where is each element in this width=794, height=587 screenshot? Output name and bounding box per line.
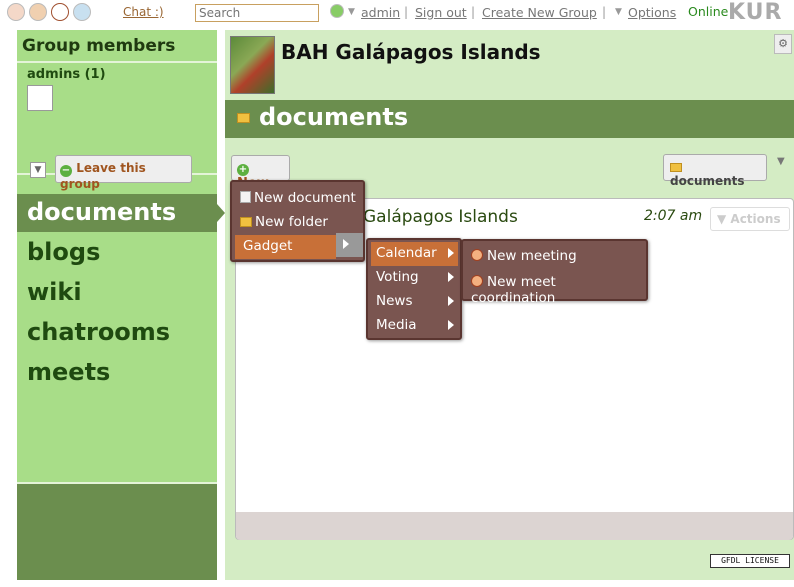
panel-footer <box>236 512 793 540</box>
signout-link[interactable]: Sign out <box>415 5 467 20</box>
menu-item-label: Voting <box>376 269 419 285</box>
plus-icon: + <box>237 164 249 176</box>
folder-icon <box>670 163 682 172</box>
section-header: documents <box>225 100 794 138</box>
online-status: Online <box>688 4 729 19</box>
menu-item-media[interactable]: Media <box>371 314 458 338</box>
menu-item-label: New document <box>254 190 356 206</box>
create-group-link[interactable]: Create New Group <box>482 5 597 20</box>
minus-icon: − <box>60 165 72 177</box>
options-link[interactable]: Options <box>628 5 676 20</box>
leave-group-button[interactable]: − Leave this group <box>55 155 192 191</box>
separator: | <box>404 5 409 19</box>
menu-item-label: Gadget <box>243 238 293 254</box>
group-members-heading: Group members <box>17 30 217 63</box>
coordination-icon <box>471 275 483 287</box>
new-button[interactable]: + New <box>231 155 290 191</box>
sidebar-item-wiki[interactable]: wiki <box>17 274 217 312</box>
license-badge[interactable]: GFDL LICENSE <box>710 554 790 568</box>
menu-item-news[interactable]: News <box>371 290 458 314</box>
search-input[interactable] <box>195 4 319 22</box>
menu-item-label: News <box>376 293 413 309</box>
group-avatar <box>230 36 275 94</box>
menu-item-label: Calendar <box>376 245 437 261</box>
sidebar-item-meets[interactable]: meets <box>17 354 217 392</box>
menu-item-label: New meeting <box>487 248 577 264</box>
people-icon[interactable] <box>51 3 69 21</box>
leave-group-label: Leave this group <box>60 161 146 191</box>
home-icon[interactable] <box>7 3 25 21</box>
documents-button-label: documents <box>670 174 745 188</box>
group-title: BAH Galápagos Islands <box>281 40 541 64</box>
menu-item-new-folder[interactable]: New folder <box>235 211 362 235</box>
avatar[interactable] <box>27 85 53 111</box>
panel-title: Galápagos Islands <box>363 207 518 227</box>
new-menu: New document New folder Gadget <box>230 180 365 262</box>
separator: | <box>471 5 476 19</box>
globe-icon[interactable] <box>73 3 91 21</box>
document-icon <box>240 191 251 203</box>
submenu-arrow-icon <box>336 233 363 257</box>
submenu-arrow-icon <box>448 320 454 330</box>
menu-item-label: New folder <box>255 214 328 230</box>
submenu-arrow-icon <box>448 272 454 282</box>
separator: | <box>602 5 607 19</box>
top-bar: Chat :) ▼ admin | Sign out | Create New … <box>0 0 794 28</box>
folder-icon <box>240 217 252 227</box>
meeting-icon <box>471 249 483 261</box>
admin-link[interactable]: admin <box>361 5 400 20</box>
active-arrow-icon <box>217 204 225 222</box>
logo: KUR <box>728 0 783 25</box>
status-icon[interactable] <box>330 4 344 18</box>
menu-item-gadget[interactable]: Gadget <box>235 235 336 259</box>
menu-item-calendar[interactable]: Calendar <box>371 242 458 266</box>
menu-item-new-meet-coordination[interactable]: New meet coordination <box>466 271 644 306</box>
menu-item-new-document[interactable]: New document <box>235 187 362 211</box>
folder-icon <box>237 113 250 123</box>
status-dropdown-icon[interactable]: ▼ <box>348 7 355 17</box>
submenu-arrow-icon <box>448 296 454 306</box>
sidebar-item-documents[interactable]: documents <box>17 194 217 232</box>
menu-item-new-meeting[interactable]: New meeting <box>466 245 644 269</box>
gadget-menu: Calendar Voting News Media <box>366 238 462 340</box>
documents-button[interactable]: documents <box>663 154 767 188</box>
sidebar: Group members admins (1) ▼ − Leave this … <box>17 30 225 580</box>
section-title: documents <box>259 103 409 131</box>
panel-timestamp: 2:07 am <box>644 208 703 224</box>
chat-link[interactable]: Chat :) <box>123 5 164 19</box>
sidebar-footer <box>17 482 217 580</box>
menu-item-voting[interactable]: Voting <box>371 266 458 290</box>
calendar-menu: New meeting New meet coordination <box>461 239 648 306</box>
sidebar-item-chatrooms[interactable]: chatrooms <box>17 314 217 352</box>
gear-icon[interactable]: ⚙ <box>774 34 792 54</box>
options-dropdown-icon[interactable]: ▼ <box>615 7 622 17</box>
menu-item-label: New meet coordination <box>471 274 556 306</box>
sidebar-item-blogs[interactable]: blogs <box>17 234 217 272</box>
actions-button[interactable]: ▼ Actions <box>710 207 790 231</box>
leave-dropdown-icon[interactable]: ▼ <box>30 162 46 178</box>
submenu-arrow-icon <box>448 248 454 258</box>
admins-label[interactable]: admins (1) <box>27 67 106 82</box>
actions-label: Actions <box>730 212 781 226</box>
groups-icon[interactable] <box>29 3 47 21</box>
documents-dropdown-icon[interactable]: ▼ <box>777 156 785 167</box>
menu-item-label: Media <box>376 317 417 333</box>
